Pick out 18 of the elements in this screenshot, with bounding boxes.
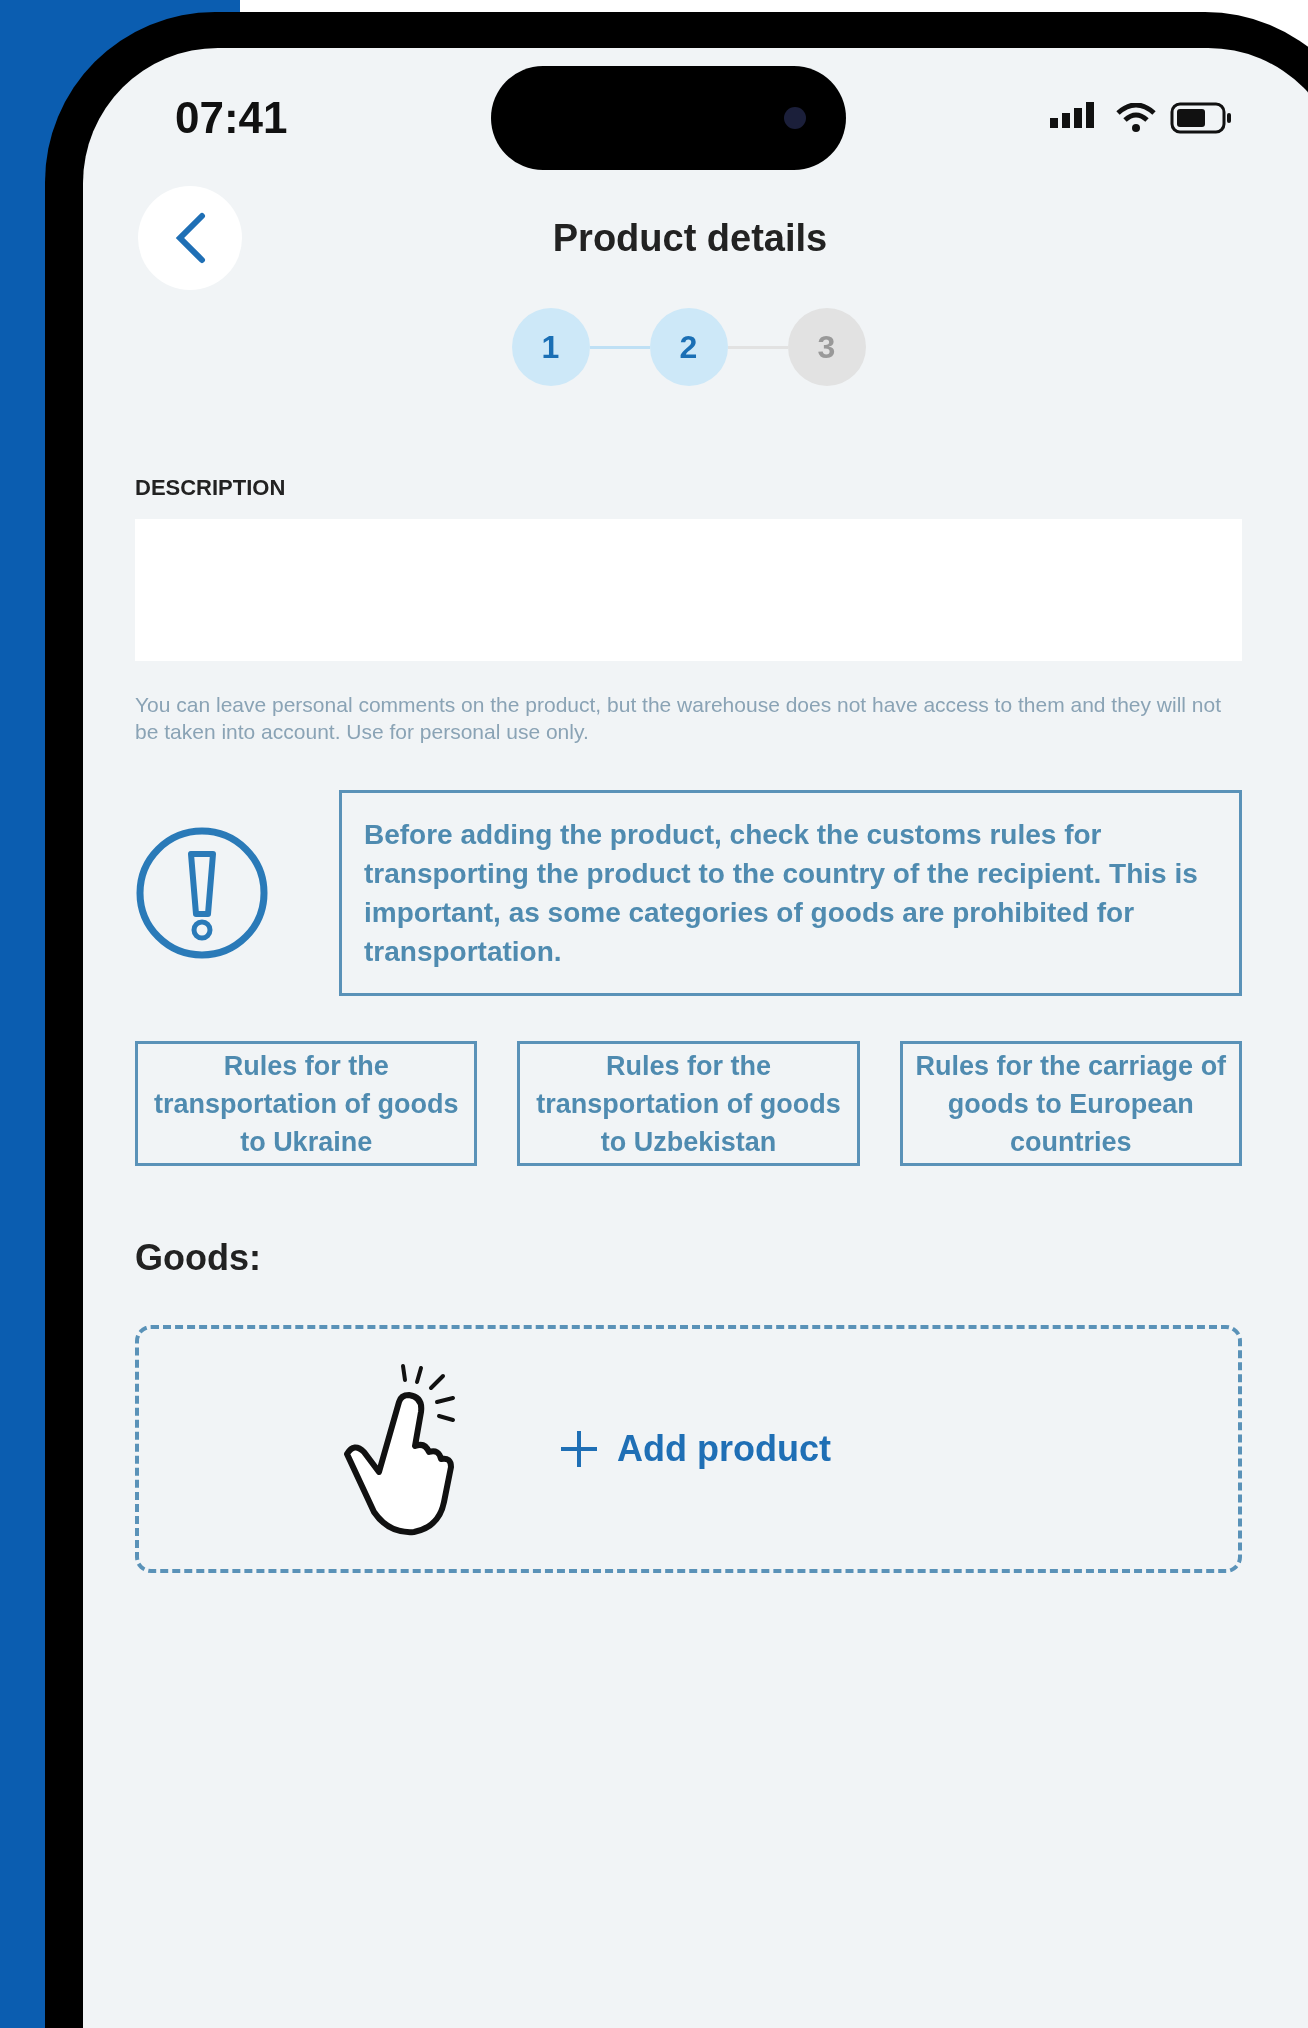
step-indicator: 3 [787, 308, 866, 386]
step-indicator: 1 [511, 308, 590, 386]
step-indicator: 2 [649, 308, 728, 386]
wifi-icon [1116, 103, 1156, 133]
exclamation-icon [135, 826, 269, 960]
status-time: 07:41 [175, 92, 288, 144]
battery-icon [1170, 102, 1232, 134]
plus-icon [559, 1429, 599, 1469]
rules-link[interactable]: Rules for the carriage of goods to European countries [899, 1041, 1242, 1166]
warning-message: Before adding the product, check the customs rules for transporting the product to the country of the recipient. This is important, as some categories of goods are prohibited for transportation. [339, 790, 1242, 996]
page-title: Product details [551, 215, 829, 261]
chevron-left-icon [174, 212, 206, 264]
rules-link[interactable]: Rules for the transportation of goods to Uzbekistan [517, 1041, 860, 1166]
rules-link[interactable]: Rules for the transportation of goods to Ukraine [135, 1041, 478, 1166]
add-product-button[interactable]: Add product [559, 1422, 831, 1476]
goods-heading: Goods: [135, 1236, 262, 1280]
field-label: DESCRIPTION [135, 474, 287, 502]
helper-text: You can leave personal comments on the product, but the warehouse does not have access to them and they will not be taken into account. Use for personal use only. [135, 692, 1223, 745]
